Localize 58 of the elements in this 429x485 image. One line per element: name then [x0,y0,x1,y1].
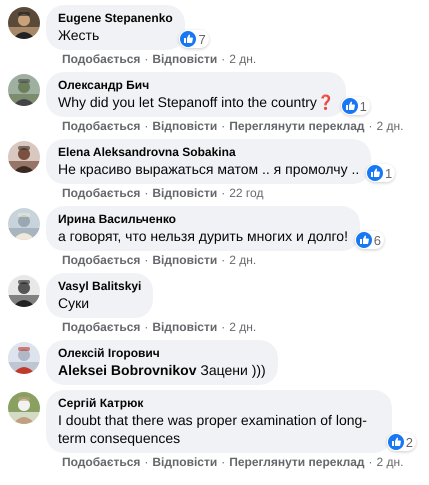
author-name[interactable]: Eugene Stepanenko [58,11,173,26]
separator-dot: · [221,320,226,335]
author-name[interactable]: Elena Aleksandrovna Sobakina [58,145,360,160]
separator-dot: · [368,455,373,470]
action-link[interactable]: Відповісти [152,52,218,67]
comment-time[interactable]: 2 дн. [376,455,404,470]
like-icon [356,232,372,248]
author-name[interactable]: Олександр Бич [58,78,334,93]
separator-dot: · [144,52,148,67]
like-icon [367,165,383,181]
comment-time[interactable]: 2 дн. [229,52,256,67]
comment-text: I doubt that there was proper examination of long-term consequences [58,411,368,447]
author-name[interactable]: Ирина Васильченко [58,212,348,227]
separator-dot: · [144,320,148,335]
reaction-count[interactable]: 6 [354,231,384,249]
action-link[interactable]: Подобається [62,52,140,67]
separator-dot: · [221,186,226,201]
comment-text: Суки [58,294,90,312]
separator-dot: · [144,119,148,134]
comment-text: Aleksei Bobrovnikov Зацени ))) [58,361,266,379]
action-link[interactable]: Подобається [62,320,140,335]
separator-dot: · [144,186,148,201]
separator-dot: · [144,253,148,268]
separator-dot: · [221,119,226,134]
action-link[interactable]: Подобається [62,186,140,201]
reaction-count[interactable]: 2 [386,433,416,451]
like-icon [342,98,358,114]
author-name[interactable]: Сергій Катрюк [58,396,380,411]
reaction-count[interactable]: 1 [340,97,370,115]
author-name[interactable]: Олексій Ігорович [58,346,266,361]
author-name[interactable]: Vasyl Balitskyi [58,279,142,294]
comment-time[interactable]: 22 год [229,186,264,201]
action-link[interactable]: Відповісти [152,186,218,201]
comment-text: а говорят, что нельзя дурить многих и долго! [58,227,348,245]
comment-time[interactable]: 2 дн. [229,253,256,268]
action-link[interactable]: Переглянути переклад [229,119,365,134]
comment-text: Жесть [58,26,100,44]
reaction-count[interactable]: 1 [366,164,396,182]
comment-time[interactable]: 2 дн. [376,119,404,134]
action-link[interactable]: Подобається [62,119,140,134]
separator-dot: · [368,119,373,134]
action-link[interactable]: Відповісти [152,320,218,335]
like-icon [180,31,196,47]
comment-text: Не красиво выражаться матом .. я промолчу .. [58,160,360,178]
action-link[interactable]: Відповісти [152,455,218,470]
separator-dot: · [221,52,226,67]
action-link[interactable]: Відповісти [152,119,218,134]
comment-text: Why did you let Stepanoff into the country❓ [58,93,334,111]
action-link[interactable]: Подобається [62,455,140,470]
separator-dot: · [221,455,226,470]
action-link[interactable]: Переглянути переклад [229,455,365,470]
reaction-count[interactable]: 7 [179,30,209,48]
action-link[interactable]: Подобається [62,253,140,268]
like-icon [388,434,404,450]
separator-dot: · [221,253,226,268]
action-link[interactable]: Відповісти [152,253,218,268]
comment-time[interactable]: 2 дн. [229,320,256,335]
separator-dot: · [144,455,148,470]
